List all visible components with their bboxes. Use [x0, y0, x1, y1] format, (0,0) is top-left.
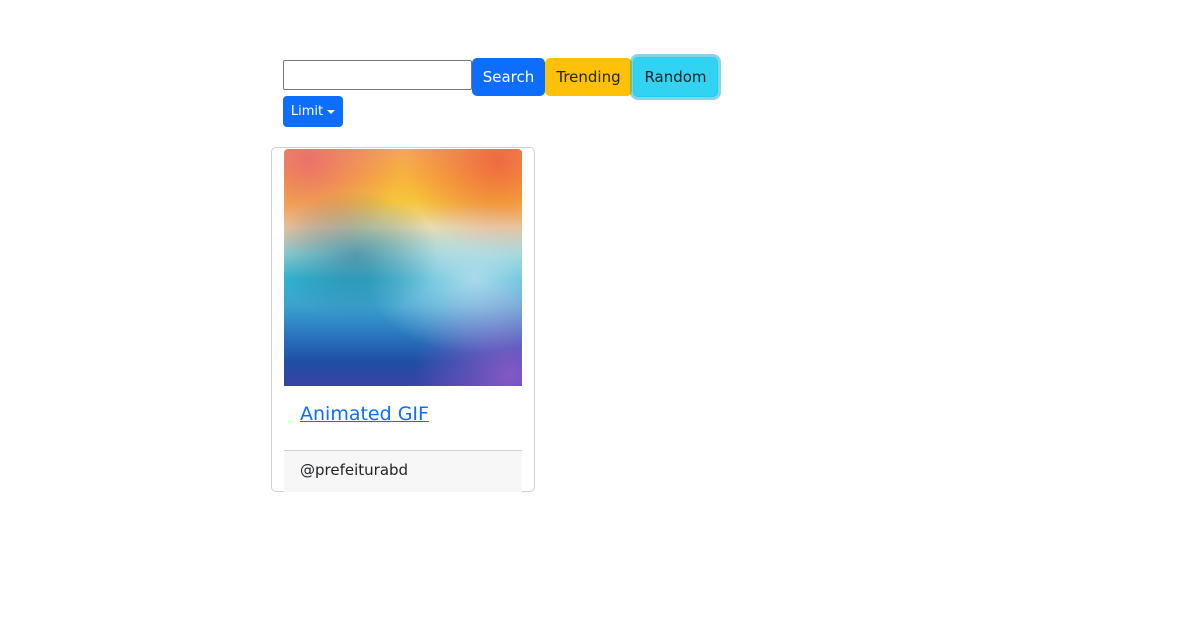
gif-card: Animated GIF @prefeiturabd: [271, 147, 535, 492]
caret-down-icon: [327, 109, 336, 114]
gif-username: @prefeiturabd: [300, 461, 409, 479]
random-button[interactable]: Random: [633, 57, 718, 97]
limit-dropdown-button[interactable]: Limit: [283, 96, 343, 127]
page: Search Trending Random Limit Animated GI…: [0, 0, 1200, 617]
gif-image[interactable]: [284, 149, 522, 386]
search-input[interactable]: [283, 60, 472, 90]
trending-button[interactable]: Trending: [545, 58, 632, 96]
gif-title-link[interactable]: Animated GIF: [300, 403, 429, 425]
search-button[interactable]: Search: [472, 58, 545, 96]
limit-label: Limit: [290, 104, 324, 119]
card-footer: @prefeiturabd: [284, 450, 522, 492]
